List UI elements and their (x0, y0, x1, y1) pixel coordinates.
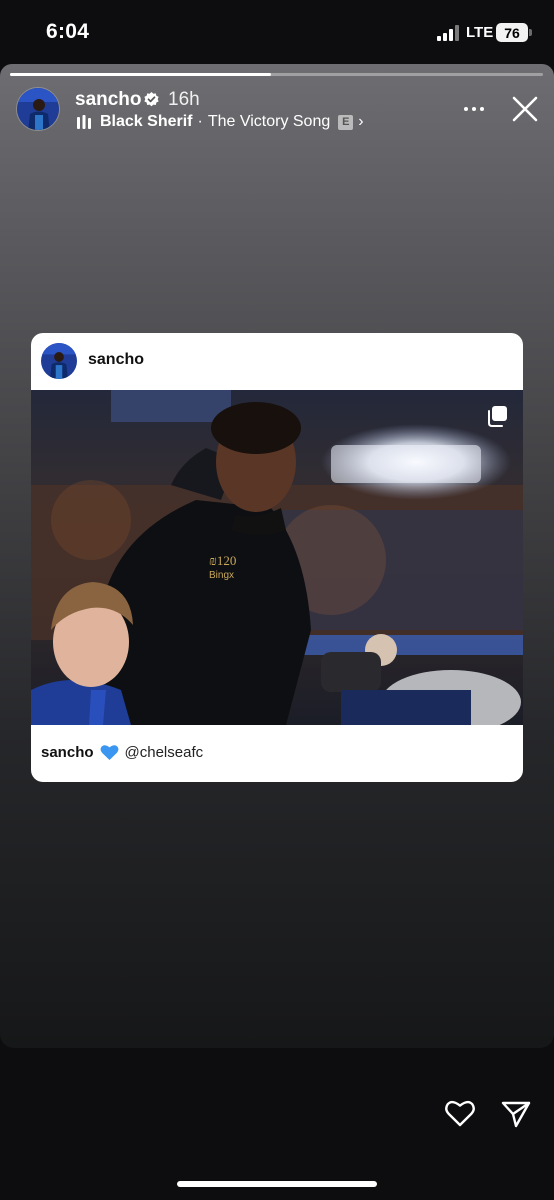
story-timestamp: 16h (168, 89, 200, 110)
story-progress-bar (10, 73, 543, 76)
post-photo[interactable]: ₪120 Bingx (31, 390, 523, 725)
story-username[interactable]: sancho (75, 89, 142, 111)
more-dot (464, 107, 468, 111)
story-viewer[interactable]: sancho 16h Black Sherif · The Victory So… (0, 64, 554, 1048)
multiple-photos-icon (488, 406, 507, 427)
music-bars-icon (77, 115, 91, 129)
status-time: 6:04 (46, 20, 90, 43)
chevron-right-icon: › (358, 113, 364, 130)
status-bar: 6:04 LTE 76 (0, 0, 554, 64)
more-dot (472, 107, 476, 111)
blue-heart-icon (100, 745, 118, 761)
post-author-username[interactable]: sancho (88, 351, 144, 369)
music-sticker[interactable]: Black Sherif · The Victory Song E › (76, 112, 364, 132)
caption-username[interactable]: sancho (41, 744, 94, 761)
jersey-crest: ₪120 (209, 553, 236, 568)
stadium-photo: ₪120 Bingx (31, 390, 523, 725)
story-progress-fill (10, 73, 272, 76)
battery-level: 76 (504, 24, 520, 41)
signal-icon (437, 25, 459, 41)
close-icon[interactable] (510, 94, 540, 124)
music-separator: · (197, 113, 203, 130)
home-indicator[interactable] (177, 1181, 377, 1187)
shared-post-card[interactable]: sancho ₪120 Bingx sancho @chelseafc (31, 333, 523, 782)
more-options-button[interactable] (458, 96, 490, 122)
heart-outline-icon[interactable] (444, 1098, 476, 1128)
post-caption: sancho @chelseafc (41, 744, 203, 761)
explicit-badge: E (338, 114, 354, 130)
paper-plane-icon[interactable] (500, 1098, 532, 1130)
jersey-sponsor: Bingx (209, 570, 234, 581)
music-artist: Black Sherif (100, 113, 193, 130)
post-author-avatar[interactable] (41, 343, 77, 379)
battery-icon: 76 (496, 23, 528, 42)
network-type: LTE (466, 24, 494, 41)
verified-badge-icon (144, 92, 159, 107)
music-song: The Victory Song (207, 113, 331, 130)
avatar[interactable] (16, 87, 60, 131)
more-dot (480, 107, 484, 111)
caption-mention[interactable]: @chelseafc (125, 744, 204, 761)
battery-cap (529, 29, 532, 36)
